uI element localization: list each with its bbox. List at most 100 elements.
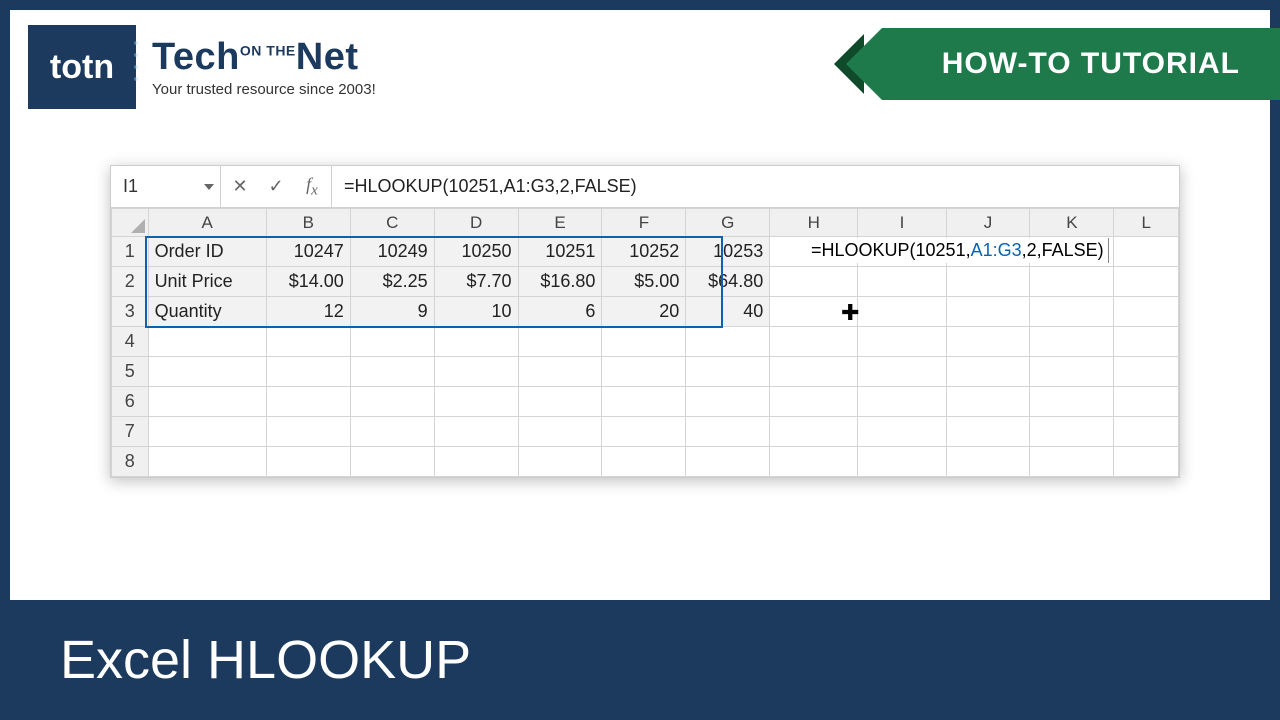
cell[interactable]: [434, 327, 518, 357]
cell[interactable]: Unit Price: [148, 267, 266, 297]
cell[interactable]: 10247: [266, 237, 350, 267]
cell[interactable]: [518, 357, 602, 387]
col-header[interactable]: C: [350, 209, 434, 237]
cell[interactable]: [686, 387, 770, 417]
cell[interactable]: [266, 357, 350, 387]
cell[interactable]: [602, 387, 686, 417]
cell[interactable]: [858, 447, 946, 477]
cell[interactable]: [946, 267, 1030, 297]
cell[interactable]: $7.70: [434, 267, 518, 297]
cell[interactable]: [946, 447, 1030, 477]
cell[interactable]: [858, 357, 946, 387]
cell[interactable]: [946, 297, 1030, 327]
cell[interactable]: 10249: [350, 237, 434, 267]
cell[interactable]: [350, 387, 434, 417]
table-row[interactable]: 2 Unit Price $14.00 $2.25 $7.70 $16.80 $…: [112, 267, 1179, 297]
cell[interactable]: [1030, 417, 1114, 447]
cell[interactable]: [686, 327, 770, 357]
col-header[interactable]: H: [770, 209, 858, 237]
select-all-corner[interactable]: [112, 209, 149, 237]
cell[interactable]: [1114, 447, 1179, 477]
col-header[interactable]: G: [686, 209, 770, 237]
cell[interactable]: $2.25: [350, 267, 434, 297]
cell[interactable]: [946, 387, 1030, 417]
cell[interactable]: 6: [518, 297, 602, 327]
cell[interactable]: [1114, 297, 1179, 327]
cell[interactable]: [770, 447, 858, 477]
enter-icon[interactable]: ✓: [265, 176, 287, 197]
cell[interactable]: [518, 387, 602, 417]
cell[interactable]: [148, 327, 266, 357]
cell[interactable]: [686, 447, 770, 477]
col-header[interactable]: E: [518, 209, 602, 237]
cell[interactable]: [1030, 447, 1114, 477]
cell[interactable]: 12: [266, 297, 350, 327]
cell[interactable]: [266, 417, 350, 447]
cell[interactable]: 10: [434, 297, 518, 327]
cell[interactable]: [350, 447, 434, 477]
col-header[interactable]: F: [602, 209, 686, 237]
col-header[interactable]: L: [1114, 209, 1179, 237]
table-row[interactable]: 5: [112, 357, 1179, 387]
cell[interactable]: [858, 327, 946, 357]
cell[interactable]: [148, 417, 266, 447]
row-header[interactable]: 1: [112, 237, 149, 267]
fx-icon[interactable]: fx: [301, 174, 323, 200]
table-row[interactable]: 4: [112, 327, 1179, 357]
cell[interactable]: 10250: [434, 237, 518, 267]
name-box[interactable]: I1: [111, 166, 221, 207]
cell[interactable]: [1030, 297, 1114, 327]
cell[interactable]: [770, 267, 858, 297]
col-header[interactable]: I: [858, 209, 946, 237]
cell[interactable]: [148, 387, 266, 417]
cell[interactable]: $14.00: [266, 267, 350, 297]
cell[interactable]: [434, 417, 518, 447]
cell[interactable]: [350, 357, 434, 387]
cell[interactable]: [434, 447, 518, 477]
cell[interactable]: [434, 387, 518, 417]
cell[interactable]: [946, 357, 1030, 387]
cell[interactable]: [770, 417, 858, 447]
cell[interactable]: 9: [350, 297, 434, 327]
col-header[interactable]: K: [1030, 209, 1114, 237]
cell[interactable]: [1114, 357, 1179, 387]
row-header[interactable]: 8: [112, 447, 149, 477]
cell[interactable]: [946, 417, 1030, 447]
cancel-icon[interactable]: ✕: [229, 176, 251, 197]
cell[interactable]: [602, 417, 686, 447]
cell[interactable]: [602, 327, 686, 357]
cell[interactable]: [518, 447, 602, 477]
cell[interactable]: 10251: [518, 237, 602, 267]
cell[interactable]: $16.80: [518, 267, 602, 297]
cell[interactable]: [1114, 327, 1179, 357]
formula-input[interactable]: =HLOOKUP(10251,A1:G3,2,FALSE): [332, 166, 1179, 207]
cell[interactable]: [434, 357, 518, 387]
cell[interactable]: $5.00: [602, 267, 686, 297]
cell[interactable]: [266, 447, 350, 477]
cell[interactable]: [686, 357, 770, 387]
row-header[interactable]: 6: [112, 387, 149, 417]
inline-cell-editor[interactable]: =HLOOKUP(10251,A1:G3,2,FALSE): [807, 238, 1109, 263]
cell[interactable]: [266, 387, 350, 417]
cell[interactable]: [770, 387, 858, 417]
cell[interactable]: [1114, 417, 1179, 447]
cell[interactable]: [946, 327, 1030, 357]
col-header[interactable]: J: [946, 209, 1030, 237]
cell[interactable]: [350, 417, 434, 447]
table-row[interactable]: 3 Quantity 12 9 10 6 20 40: [112, 297, 1179, 327]
table-row[interactable]: 8: [112, 447, 1179, 477]
cell[interactable]: [770, 357, 858, 387]
table-row[interactable]: 6: [112, 387, 1179, 417]
cell[interactable]: $64.80: [686, 267, 770, 297]
cell[interactable]: [1114, 267, 1179, 297]
cell[interactable]: [770, 327, 858, 357]
cell[interactable]: [148, 357, 266, 387]
cell[interactable]: [1030, 357, 1114, 387]
row-header[interactable]: 7: [112, 417, 149, 447]
cell[interactable]: [1114, 387, 1179, 417]
row-header[interactable]: 3: [112, 297, 149, 327]
cell[interactable]: 20: [602, 297, 686, 327]
cell[interactable]: [1030, 327, 1114, 357]
col-header[interactable]: D: [434, 209, 518, 237]
cell[interactable]: 40: [686, 297, 770, 327]
